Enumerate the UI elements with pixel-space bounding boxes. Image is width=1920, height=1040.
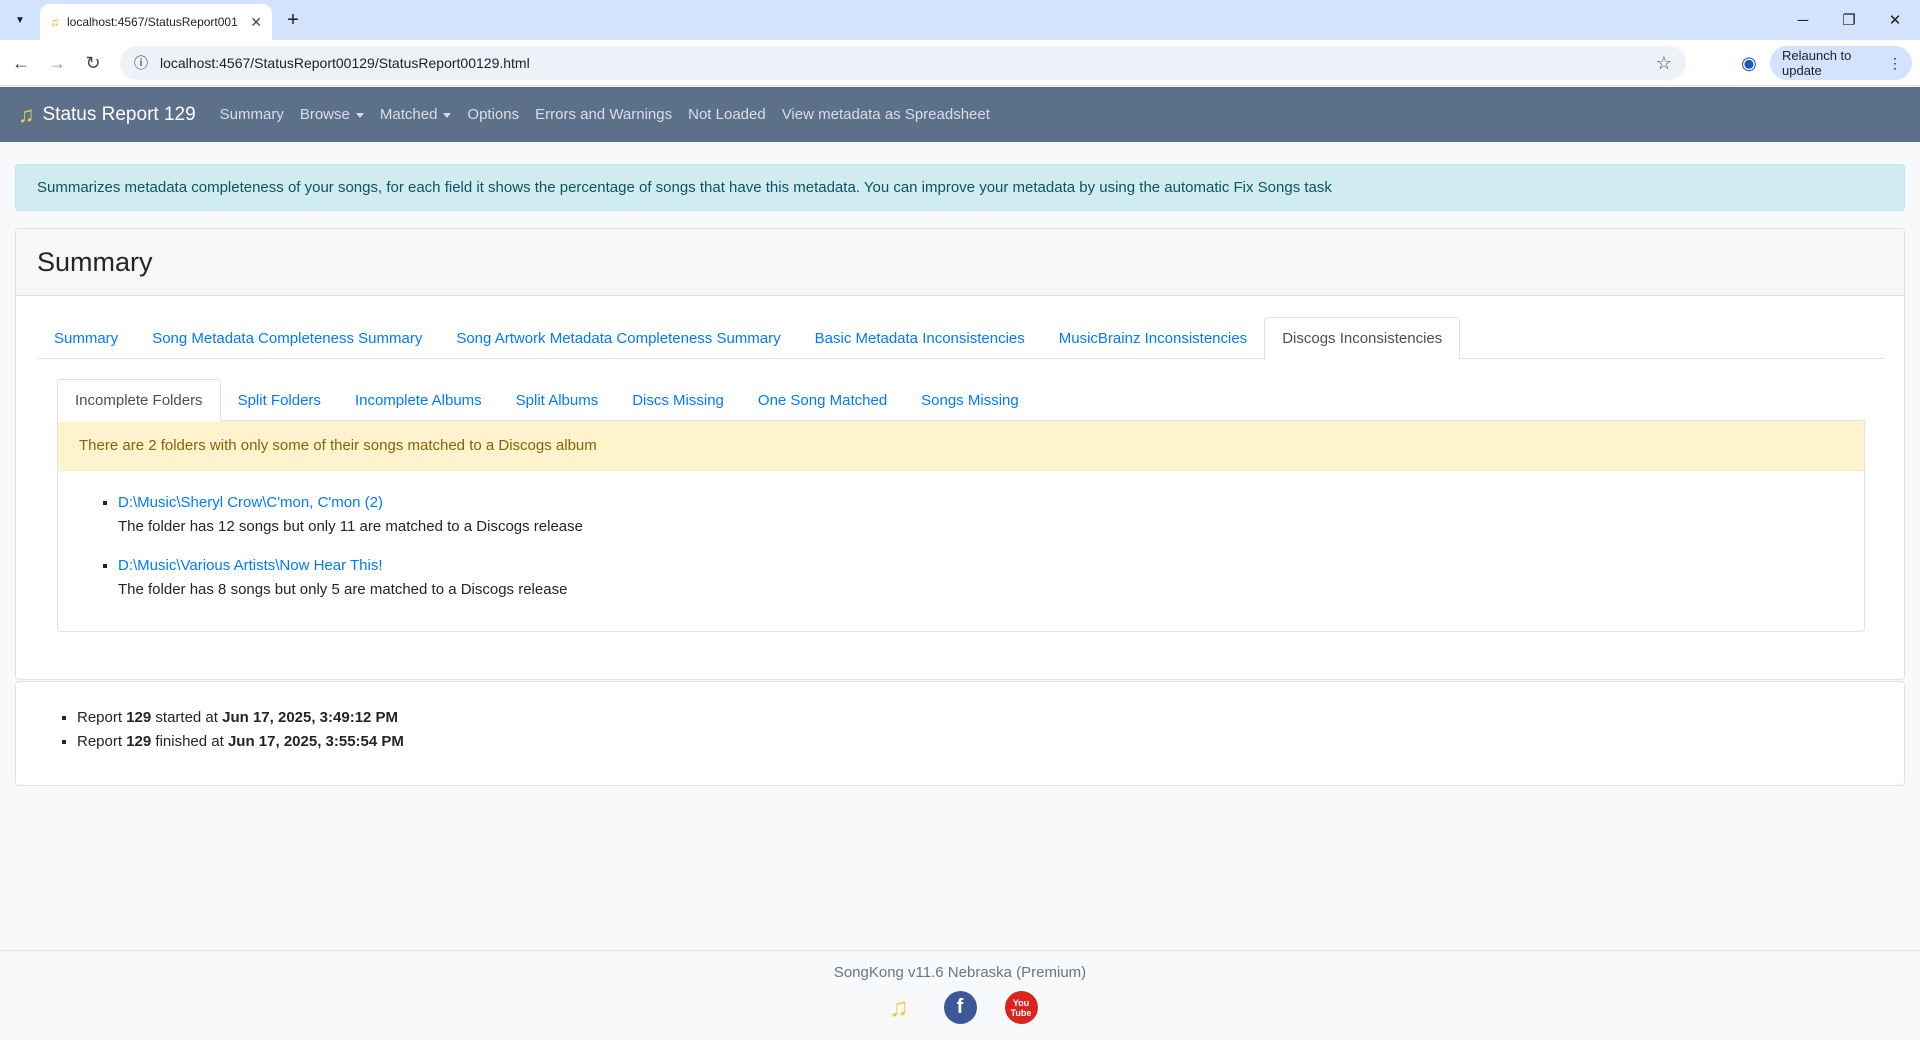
tab-musicbrainz-inconsistencies[interactable]: MusicBrainz Inconsistencies [1042,317,1264,359]
back-icon[interactable]: ← [8,50,34,76]
warning-banner: There are 2 folders with only some of th… [58,421,1864,471]
songkong-icon[interactable]: ♫ [883,991,916,1024]
browser-toolbar: ← → ↻ ⓘ localhost:4567/StatusReport00129… [0,40,1920,86]
discogs-subtabs: Incomplete Folders Split Folders Incompl… [57,379,1865,422]
tab-summary[interactable]: Summary [37,317,135,359]
reload-icon[interactable]: ↻ [80,50,106,76]
subtab-songs-missing[interactable]: Songs Missing [904,379,1036,421]
subtab-discs-missing[interactable]: Discs Missing [615,379,741,421]
nav-matched-label: Matched [379,106,438,123]
nav-browse-label: Browse [299,106,350,123]
subtab-incomplete-albums[interactable]: Incomplete Albums [338,379,499,421]
folder-link[interactable]: D:\Music\Various Artists\Now Hear This! [118,554,1864,578]
footer: SongKong v11.6 Nebraska (Premium) ♫ f Yo… [0,950,1920,1040]
caret-down-icon [355,112,364,118]
summary-card: Summary Summary Song Metadata Completene… [15,228,1905,680]
new-tab-icon[interactable]: + [281,8,305,32]
subtab-one-song-matched[interactable]: One Song Matched [741,379,904,421]
nav-matched-dropdown[interactable]: Matched [380,106,452,123]
tab-discogs-inconsistencies[interactable]: Discogs Inconsistencies [1264,317,1461,360]
site-info-icon[interactable]: ⓘ [134,53,148,73]
tab-title: localhost:4567/StatusReport001 [67,15,238,29]
browser-tabstrip: ▼ ♫ localhost:4567/StatusReport001 ✕ + ─… [0,0,1920,40]
restore-icon[interactable]: ❐ [1826,0,1872,40]
started-text: started at [155,709,218,726]
app-navbar: ♫ Status Report 129 Summary Browse Match… [0,87,1920,142]
subtab-split-albums[interactable]: Split Albums [499,379,616,421]
address-bar[interactable]: ⓘ localhost:4567/StatusReport00129/Statu… [120,46,1686,80]
report-word: Report [77,709,123,726]
tab-close-icon[interactable]: ✕ [250,14,262,31]
info-banner: Summarizes metadata completeness of your… [15,164,1905,211]
forward-icon[interactable]: → [44,50,70,76]
report-finished: Report 129 finished at Jun 17, 2025, 3:5… [77,730,1904,754]
report-number: 129 [126,709,152,726]
close-window-icon[interactable]: ✕ [1872,0,1918,40]
brand-title: Status Report 129 [42,103,196,125]
finished-text: finished at [155,733,224,750]
profile-icon[interactable]: ◉ [1736,50,1762,76]
tab-favicon-icon: ♫ [50,15,59,29]
facebook-icon[interactable]: f [943,991,977,1024]
subtab-split-folders[interactable]: Split Folders [221,379,338,421]
list-item: D:\Music\Sheryl Crow\C'mon, C'mon (2) Th… [118,491,1864,539]
brand[interactable]: ♫ Status Report 129 [18,102,196,128]
nav-browse-dropdown[interactable]: Browse [300,106,364,123]
relaunch-button[interactable]: Relaunch to update ⋮ [1770,46,1912,80]
minimize-icon[interactable]: ─ [1780,0,1826,40]
tab-search-icon[interactable]: ▼ [8,8,32,32]
youtube-icon[interactable]: You Tube [1004,991,1038,1024]
report-number: 129 [126,733,152,750]
report-times: Report 129 started at Jun 17, 2025, 3:49… [15,681,1905,786]
subtab-incomplete-folders[interactable]: Incomplete Folders [57,379,221,422]
nav-not-loaded[interactable]: Not Loaded [688,106,766,123]
folder-description: The folder has 8 songs but only 5 are ma… [118,581,568,598]
folder-list: D:\Music\Sheryl Crow\C'mon, C'mon (2) Th… [118,491,1864,602]
social-links: ♫ f You Tube [0,991,1920,1024]
nav-errors-warnings[interactable]: Errors and Warnings [535,106,672,123]
report-times-list: Report 129 started at Jun 17, 2025, 3:49… [77,706,1904,754]
report-tabs: Summary Song Metadata Completeness Summa… [37,317,1885,360]
folder-link[interactable]: D:\Music\Sheryl Crow\C'mon, C'mon (2) [118,491,1864,515]
nav-spreadsheet[interactable]: View metadata as Spreadsheet [782,106,990,123]
report-started: Report 129 started at Jun 17, 2025, 3:49… [77,706,1904,730]
folder-description: The folder has 12 songs but only 11 are … [118,518,583,535]
version-text: SongKong v11.6 Nebraska (Premium) [833,964,1087,981]
finished-at: Jun 17, 2025, 3:55:54 PM [227,733,404,750]
incomplete-folders-panel: There are 2 folders with only some of th… [57,420,1865,632]
bookmark-star-icon[interactable]: ☆ [1656,53,1672,74]
tab-basic-metadata-inconsistencies[interactable]: Basic Metadata Inconsistencies [798,317,1042,359]
caret-down-icon [443,112,452,118]
more-menu-icon[interactable]: ⋮ [1888,55,1902,72]
report-word: Report [77,733,123,750]
relaunch-label: Relaunch to update [1782,48,1852,78]
nav-options[interactable]: Options [467,106,519,123]
tab-song-metadata-completeness[interactable]: Song Metadata Completeness Summary [135,317,439,359]
tab-song-artwork-completeness[interactable]: Song Artwork Metadata Completeness Summa… [439,317,797,359]
nav-summary[interactable]: Summary [220,106,284,123]
started-at: Jun 17, 2025, 3:49:12 PM [222,709,399,726]
songkong-logo-icon: ♫ [18,101,35,127]
url-text[interactable]: localhost:4567/StatusReport00129/StatusR… [160,55,1644,71]
card-title: Summary [16,229,1904,296]
list-item: D:\Music\Various Artists\Now Hear This! … [118,554,1864,602]
browser-tab[interactable]: ♫ localhost:4567/StatusReport001 ✕ [40,4,272,40]
